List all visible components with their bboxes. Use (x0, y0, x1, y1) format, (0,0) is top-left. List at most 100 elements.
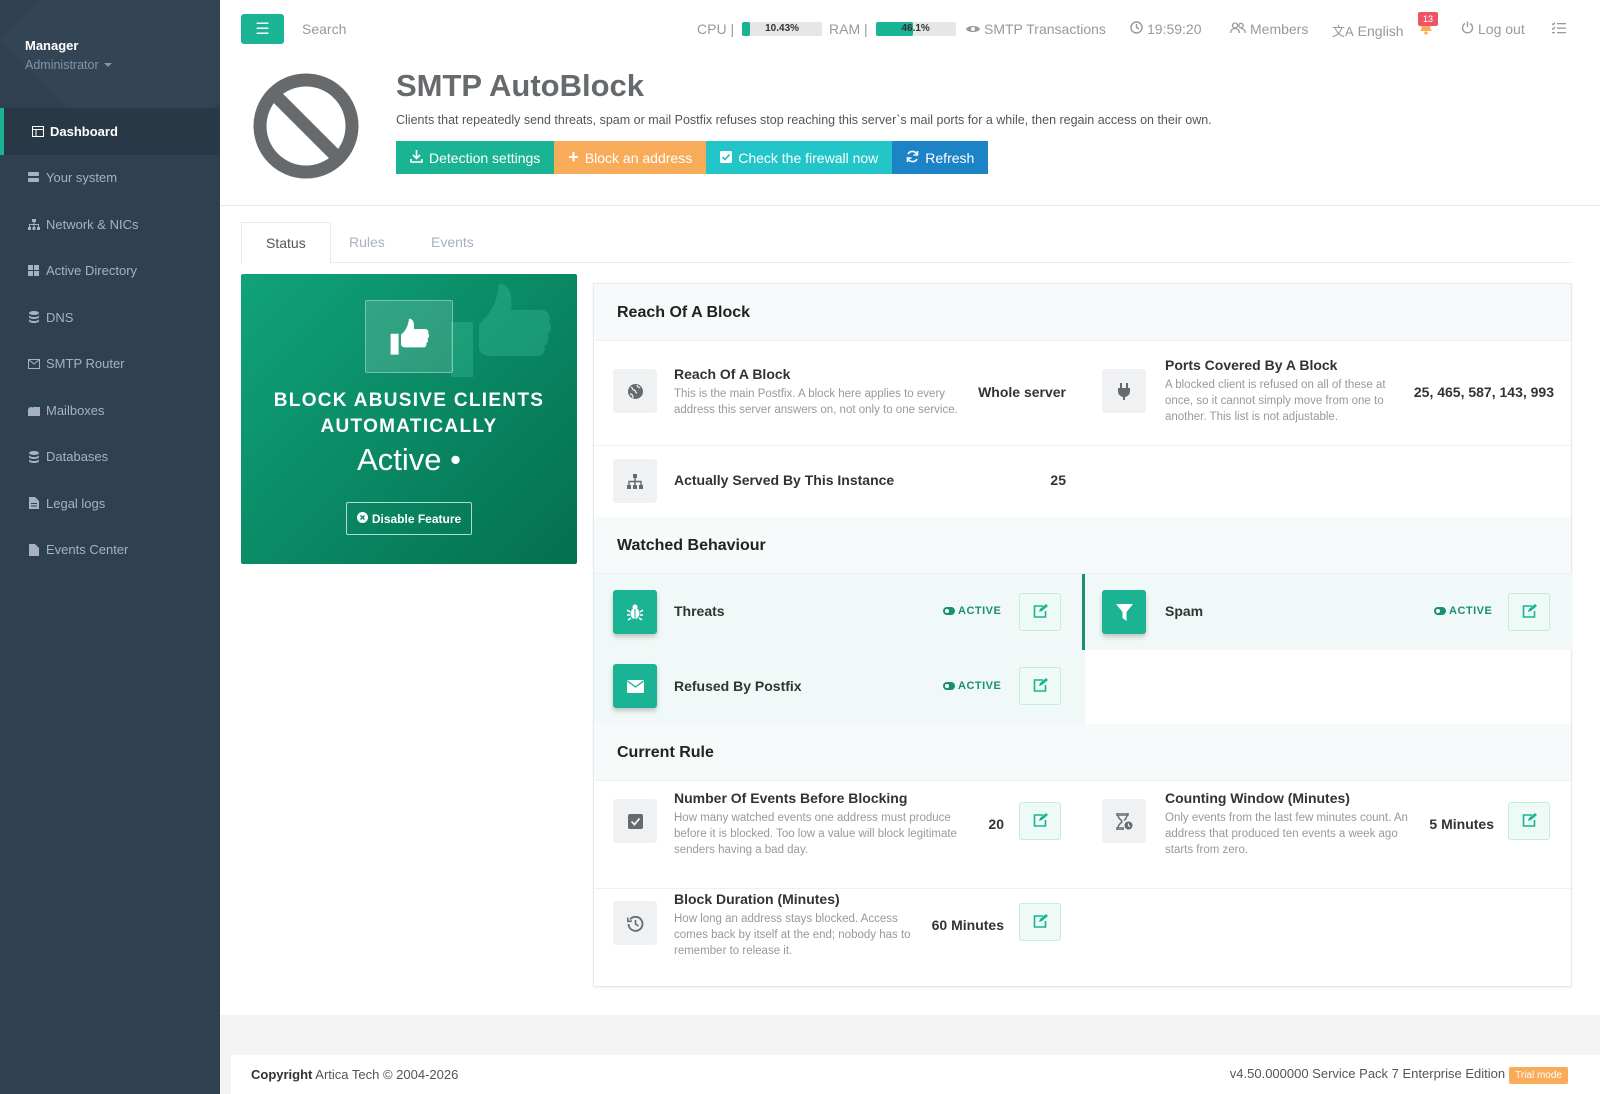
notification-count-badge: 13 (1418, 12, 1439, 26)
sidebar-item-label: Events Center (46, 542, 129, 558)
edit-icon (1522, 812, 1537, 830)
ports-value: 25, 465, 587, 143, 993 (1413, 384, 1554, 400)
sidebar-item-active-directory[interactable]: Active Directory (0, 248, 220, 295)
served-label: Actually Served By This Instance (674, 472, 895, 488)
status-badge: ACTIVE (1434, 605, 1492, 617)
sidebar-item-label: Legal logs (46, 495, 106, 511)
cpu-bar: 10.43% (742, 22, 823, 36)
sidebar-item-label: Dashboard (50, 123, 118, 139)
counting-window-label: Counting Window (Minutes) (1165, 790, 1350, 806)
database-icon (27, 311, 40, 324)
user-name: Manager (25, 38, 79, 53)
version-info: v4.50.000000 Service Pack 7 Enterprise E… (1230, 1066, 1568, 1084)
sidebar-item-mailboxes[interactable]: Mailboxes (0, 387, 220, 434)
sitemap-icon (613, 459, 657, 503)
reach-value: Whole server (978, 384, 1066, 400)
edit-threats-button[interactable] (1019, 593, 1061, 631)
file-icon (27, 543, 40, 556)
sidebar-item-smtp-router[interactable]: SMTP Router (0, 341, 220, 388)
thumbs-up-icon (365, 300, 453, 373)
tasks-button[interactable] (1551, 21, 1566, 37)
edit-refused-button[interactable] (1019, 667, 1061, 705)
sidebar-item-label: SMTP Router (46, 356, 125, 372)
translate-icon: 文A (1332, 24, 1354, 39)
sidebar-item-label: Network & NICs (46, 216, 139, 232)
check-firewall-button[interactable]: Check the firewall now (706, 141, 893, 174)
watched-label: Refused By Postfix (674, 678, 802, 694)
page-header: SMTP AutoBlock Clients that repeatedly s… (220, 60, 1600, 206)
language-selector[interactable]: 文A English (1332, 21, 1404, 40)
block-duration-description: How long an address stays blocked. Acces… (674, 913, 911, 957)
events-threshold-label: Number Of Events Before Blocking (674, 790, 908, 806)
served-value: 25 (1050, 472, 1066, 488)
watched-label: Threats (674, 603, 725, 619)
sidebar-item-legal-logs[interactable]: Legal logs (0, 480, 220, 527)
logout-button[interactable]: Log out (1461, 21, 1525, 37)
toggle-icon (1434, 607, 1446, 615)
clock: 19:59:20 (1130, 21, 1202, 37)
search-input[interactable] (302, 21, 502, 37)
caret-down-icon (103, 63, 112, 67)
smtp-transactions-link[interactable]: SMTP Transactions (966, 21, 1106, 37)
server-icon (27, 172, 40, 184)
refresh-icon (906, 150, 919, 166)
globe-icon (613, 369, 657, 413)
members-link[interactable]: Members (1230, 21, 1308, 37)
network-icon (27, 218, 40, 230)
feature-status: Active • (357, 442, 461, 477)
block-duration-value: 60 Minutes (931, 917, 1004, 933)
refresh-button[interactable]: Refresh (892, 141, 989, 174)
page-subtitle: Clients that repeatedly send threats, sp… (396, 113, 1212, 127)
disable-feature-button[interactable]: Disable Feature (346, 502, 472, 535)
tab-status[interactable]: Status (241, 222, 331, 264)
edit-spam-button[interactable] (1508, 593, 1550, 631)
checklist-icon (1551, 21, 1566, 37)
counting-window-description: Only events from the last few minutes co… (1165, 812, 1408, 856)
sidebar-item-label: Your system (46, 170, 118, 186)
feature-status-card: BLOCK ABUSIVE CLIENTS AUTOMATICALLY Acti… (241, 274, 577, 564)
edit-icon (1033, 913, 1048, 931)
edit-events-threshold-button[interactable] (1019, 802, 1061, 840)
user-role-dropdown[interactable]: Administrator (25, 58, 220, 72)
edit-block-duration-button[interactable] (1019, 903, 1061, 941)
watched-item-threats: Threats ACTIVE (594, 574, 1082, 650)
check-square-icon (720, 150, 733, 166)
cpu-meter: CPU | 10.43% (697, 21, 823, 37)
sidebar: Manager Administrator Dashboard Your sys… (0, 0, 220, 1094)
sidebar-item-label: DNS (46, 309, 74, 325)
block-icon (253, 73, 359, 179)
section-reach-title: Reach Of A Block (594, 284, 1571, 341)
block-duration-label: Block Duration (Minutes) (674, 891, 840, 907)
header-button-group: Detection settings + Block an address Ch… (396, 141, 989, 174)
download-icon (410, 149, 423, 166)
watched-label: Spam (1165, 603, 1204, 619)
sidebar-item-dashboard[interactable]: Dashboard (0, 108, 220, 155)
sidebar-item-network[interactable]: Network & NICs (0, 201, 220, 248)
plus-icon: + (568, 147, 579, 167)
sidebar-item-dns[interactable]: DNS (0, 294, 220, 341)
sidebar-item-label: Mailboxes (46, 402, 105, 418)
status-badge: ACTIVE (943, 680, 1001, 692)
sidebar-item-events-center[interactable]: Events Center (0, 527, 220, 574)
eye-icon (966, 21, 980, 37)
block-address-button[interactable]: + Block an address (554, 141, 707, 174)
envelope-icon (27, 358, 40, 370)
hamburger-icon: ☰ (255, 21, 270, 38)
tab-rules[interactable]: Rules (325, 222, 409, 263)
windows-icon (27, 265, 40, 277)
topbar: ☰ CPU | 10.43% RAM | 46.1% SMTP Transact… (220, 0, 1600, 60)
menu-toggle-button[interactable]: ☰ (241, 14, 284, 44)
events-threshold-description: How many watched events one address must… (674, 812, 957, 856)
thumbs-up-watermark-icon (451, 282, 552, 382)
detection-settings-button[interactable]: Detection settings (396, 141, 555, 174)
tab-events[interactable]: Events (407, 222, 498, 263)
sidebar-item-your-system[interactable]: Your system (0, 155, 220, 202)
edit-counting-window-button[interactable] (1508, 802, 1550, 840)
watched-item-refused: Refused By Postfix ACTIVE (594, 650, 1085, 724)
check-square-icon (613, 799, 657, 843)
sidebar-item-databases[interactable]: Databases (0, 434, 220, 481)
ram-meter: RAM | 46.1% (829, 21, 956, 37)
section-watched-title: Watched Behaviour (594, 517, 1571, 574)
file-icon (27, 497, 40, 510)
events-threshold-value: 20 (988, 816, 1004, 832)
